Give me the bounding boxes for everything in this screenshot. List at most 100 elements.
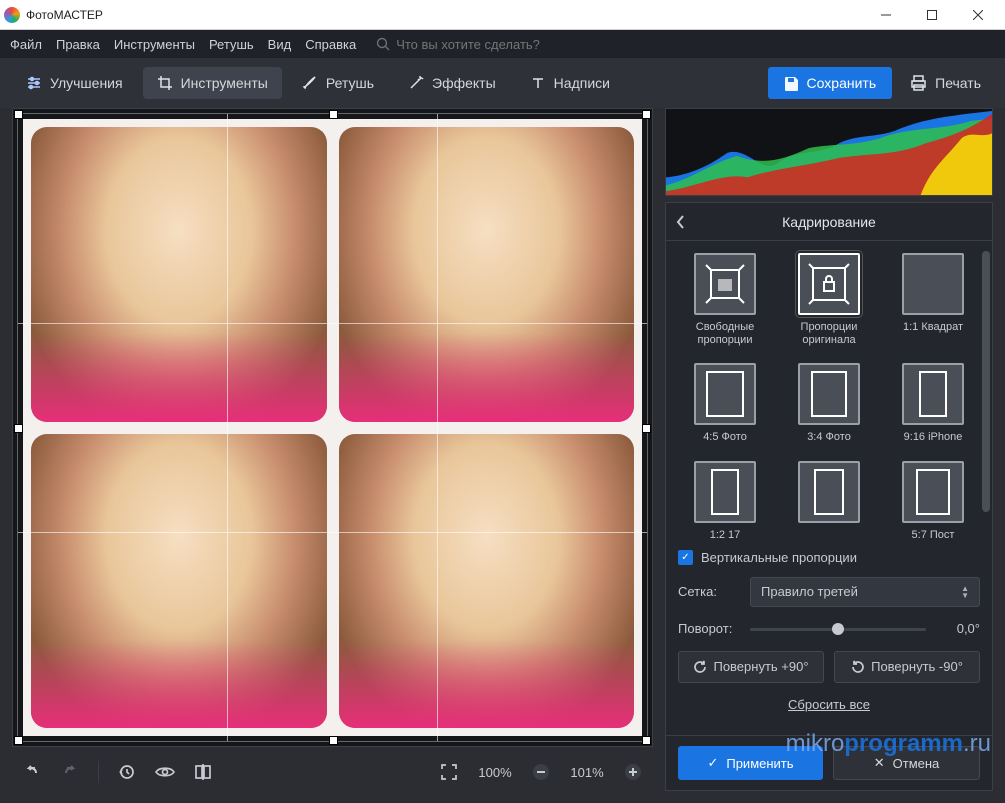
crop-handle[interactable] (329, 110, 338, 119)
tab-retouch[interactable]: Ретушь (288, 67, 388, 99)
cancel-button[interactable]: ✕ Отмена (833, 746, 980, 780)
tab-label: Улучшения (50, 75, 123, 91)
history-button[interactable] (113, 758, 141, 786)
preset-label: 1:2 17 (710, 529, 741, 542)
print-label: Печать (935, 75, 981, 91)
close-button[interactable] (955, 0, 1001, 30)
histogram (665, 108, 993, 196)
crop-handle[interactable] (329, 736, 338, 745)
preset-square[interactable]: 1:1 Квадрат (886, 253, 980, 347)
crop-handle[interactable] (14, 110, 23, 119)
rotate-cw-icon (693, 660, 707, 674)
tab-label: Инструменты (181, 75, 268, 91)
tab-enhance[interactable]: Улучшения (12, 67, 137, 99)
tab-text[interactable]: Надписи (516, 67, 624, 99)
grid-select[interactable]: Правило третей ▲▼ (750, 577, 980, 607)
crop-handle[interactable] (642, 736, 651, 745)
preset-label: Пропорции оригинала (782, 321, 876, 347)
menu-retouch[interactable]: Ретушь (209, 37, 254, 52)
rotate-ccw-button[interactable]: Повернуть -90° (834, 651, 980, 683)
tool-tabbar: Улучшения Инструменты Ретушь Эффекты Над… (0, 58, 1005, 108)
menu-file[interactable]: Файл (10, 37, 42, 52)
crop-handle[interactable] (14, 736, 23, 745)
menubar: Файл Правка Инструменты Ретушь Вид Справ… (0, 30, 1005, 58)
rotate-ccw-icon (851, 660, 865, 674)
rotate-value: 0,0° (936, 621, 980, 636)
preset-3-4[interactable]: 3:4 Фото (782, 363, 876, 444)
preset-label: 4:5 Фото (703, 431, 747, 444)
panel-scrollbar[interactable] (982, 251, 990, 725)
tab-effects[interactable]: Эффекты (394, 67, 510, 99)
apply-button[interactable]: ✓ Применить (678, 746, 823, 780)
wand-icon (408, 75, 424, 91)
reset-all-link[interactable]: Сбросить все (678, 697, 980, 712)
preset-extra[interactable] (782, 461, 876, 542)
preview-button[interactable] (151, 758, 179, 786)
x-icon: ✕ (874, 755, 885, 771)
canvas-area[interactable] (12, 108, 653, 747)
preset-label: Свободные пропорции (678, 321, 772, 347)
menu-view[interactable]: Вид (268, 37, 292, 52)
preset-5-7[interactable]: 5:7 Пост (886, 461, 980, 542)
print-button[interactable]: Печать (898, 67, 993, 100)
fit-zoom-value: 100% (473, 765, 517, 780)
preset-9-16[interactable]: 9:16 iPhone (886, 363, 980, 444)
tab-label: Эффекты (432, 75, 496, 91)
zoom-value: 101% (565, 765, 609, 780)
menu-search-input[interactable] (396, 37, 576, 52)
panel-back-button[interactable] (676, 215, 686, 229)
menu-edit[interactable]: Правка (56, 37, 100, 52)
sliders-icon (26, 75, 42, 91)
aspect-preset-grid: Свободные пропорции Пропорции оригинала … (678, 253, 980, 542)
menu-help[interactable]: Справка (305, 37, 356, 52)
rotate-slider[interactable] (750, 621, 926, 637)
maximize-button[interactable] (909, 0, 955, 30)
redo-button[interactable] (56, 758, 84, 786)
crop-frame[interactable] (17, 113, 648, 742)
minimize-button[interactable] (863, 0, 909, 30)
vertical-proportions-checkbox[interactable]: ✓ Вертикальные пропорции (678, 550, 980, 565)
crop-handle[interactable] (642, 110, 651, 119)
search-icon (376, 37, 390, 51)
floppy-icon (784, 76, 799, 91)
button-label: Отмена (893, 756, 940, 771)
button-label: Применить (726, 756, 793, 771)
app-logo-icon (4, 7, 20, 23)
crop-handle[interactable] (14, 424, 23, 433)
preset-original[interactable]: Пропорции оригинала (782, 253, 876, 347)
preset-free[interactable]: Свободные пропорции (678, 253, 772, 347)
zoom-out-button[interactable] (527, 758, 555, 786)
checkbox-checked-icon: ✓ (678, 550, 693, 565)
save-label: Сохранить (807, 75, 877, 91)
grid-label: Сетка: (678, 584, 740, 599)
tab-label: Надписи (554, 75, 610, 91)
printer-icon (910, 75, 927, 92)
check-icon: ✓ (707, 755, 718, 771)
preset-4-5[interactable]: 4:5 Фото (678, 363, 772, 444)
rotate-label: Поворот: (678, 621, 740, 636)
fit-screen-button[interactable] (435, 758, 463, 786)
save-button[interactable]: Сохранить (768, 67, 893, 99)
grid-select-value: Правило третей (761, 584, 858, 599)
preset-1-2[interactable]: 1:2 17 (678, 461, 772, 542)
panel-title: Кадрирование (782, 214, 876, 230)
undo-button[interactable] (18, 758, 46, 786)
button-label: Повернуть -90° (871, 659, 963, 674)
menu-tools[interactable]: Инструменты (114, 37, 195, 52)
text-icon (530, 75, 546, 91)
grid-line (227, 114, 228, 741)
grid-line (437, 114, 438, 741)
window-title: ФотоМАСТЕР (26, 8, 863, 22)
preset-label: 9:16 iPhone (904, 431, 963, 444)
checkbox-label: Вертикальные пропорции (701, 550, 857, 565)
stepper-arrows-icon: ▲▼ (961, 585, 969, 599)
crop-panel: Кадрирование Свободные пропорции Пропорц… (665, 202, 993, 791)
compare-button[interactable] (189, 758, 217, 786)
zoom-in-button[interactable] (619, 758, 647, 786)
tab-label: Ретушь (326, 75, 374, 91)
rotate-cw-button[interactable]: Повернуть +90° (678, 651, 824, 683)
preset-label: 1:1 Квадрат (903, 321, 963, 334)
brush-icon (302, 75, 318, 91)
crop-handle[interactable] (642, 424, 651, 433)
tab-tools[interactable]: Инструменты (143, 67, 282, 99)
